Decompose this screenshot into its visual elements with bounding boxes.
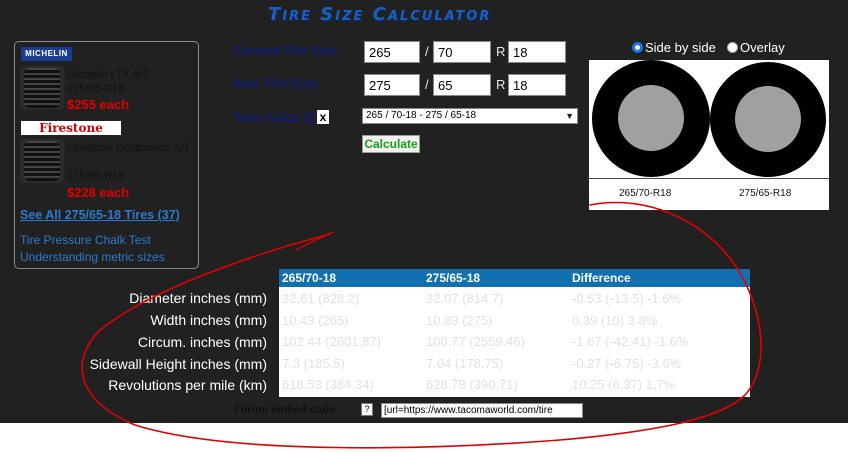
row-label-sidewall: Sidewall Height inches (mm) <box>89 356 267 372</box>
radio-unselected-icon[interactable] <box>727 42 738 53</box>
current-size-label: Current Tire Size: <box>233 43 342 58</box>
help-icon[interactable]: ? <box>361 403 373 416</box>
table-cell: 7.3 (185.5) <box>282 356 345 371</box>
results-header: 265/70-18 275/65-18 Difference <box>279 269 750 287</box>
table-cell: -0.27 (-6.75) -3.6% <box>572 356 682 371</box>
row-label-circumference: Circum. inches (mm) <box>137 334 267 350</box>
table-cell: 7.04 (178.75) <box>426 356 504 371</box>
table-cell: 10.43 (265) <box>282 313 349 328</box>
see-all-tires-link[interactable]: See All 275/65-18 Tires (37) <box>20 208 180 222</box>
current-width-input[interactable] <box>364 41 420 63</box>
preview-label-current: 265/70-R18 <box>619 188 672 199</box>
rim-new-graphic <box>735 86 801 152</box>
tire-product-image[interactable] <box>20 139 64 183</box>
side-by-side-option[interactable]: Side by side <box>632 40 716 55</box>
table-cell: -0.53 (-13.5) -1.6% <box>572 291 682 306</box>
calcs-selected-value: 265 / 70-18 - 275 / 65-18 <box>366 110 477 121</box>
your-calcs-label: Your Calcs (1): <box>233 110 324 125</box>
table-cell: 628.78 (390.71) <box>426 377 518 392</box>
calcs-select[interactable]: 265 / 70-18 - 275 / 65-18 ▼ <box>362 108 578 124</box>
row-label-revolutions: Revolutions per mile (km) <box>108 377 267 393</box>
new-rim-input[interactable] <box>508 74 566 96</box>
tire-size-text: 275/65-R18 <box>67 170 125 182</box>
preview-label-new: 275/65-R18 <box>739 188 792 199</box>
header-current: 265/70-18 <box>282 271 337 285</box>
ground-line <box>589 178 829 179</box>
rim-current-graphic <box>618 85 684 151</box>
firestone-logo: Firestone <box>21 121 121 135</box>
results-table: 265/70-18 275/65-18 Difference 32.61 (82… <box>279 269 750 397</box>
separator-slash: / <box>425 44 429 59</box>
tire-size-text: 275/65-R18 <box>67 83 125 95</box>
tire-comparison-preview: 265/70-R18 275/65-R18 <box>589 60 829 210</box>
page-bottom-area <box>0 423 848 452</box>
tire-name-link[interactable]: Michelin LTX A/S <box>67 69 197 82</box>
row-label-diameter: Diameter inches (mm) <box>129 290 267 306</box>
current-aspect-input[interactable] <box>433 41 491 63</box>
table-cell: -1.67 (-42.41) -1.6% <box>572 334 689 349</box>
tire-product-image[interactable] <box>20 66 64 110</box>
separator-slash: / <box>425 77 429 92</box>
overlay-label: Overlay <box>740 40 785 55</box>
table-cell: 100.77 (2559.46) <box>426 334 526 349</box>
tire-price: $228 each <box>67 185 130 200</box>
tire-name-link[interactable]: Firestone Destination A/T <box>67 142 197 155</box>
header-new: 275/65-18 <box>426 271 481 285</box>
radio-selected-icon[interactable] <box>632 42 643 53</box>
michelin-logo: MICHELIN <box>21 47 72 61</box>
table-cell: 32.61 (828.2) <box>282 291 360 306</box>
tire-price: $255 each <box>67 97 130 112</box>
embed-code-label: Forum embed code: <box>234 404 340 416</box>
rim-r-label: R <box>496 44 506 59</box>
row-label-width: Width inches (mm) <box>150 312 267 328</box>
overlay-option[interactable]: Overlay <box>727 40 785 55</box>
embed-code-input[interactable]: [url=https://www.tacomaworld.com/tire <box>381 403 583 418</box>
table-cell: 618.53 (384.34) <box>282 377 374 392</box>
new-aspect-input[interactable] <box>433 74 491 96</box>
header-difference: Difference <box>572 271 631 285</box>
table-cell: 10.25 (6.37) 1.7% <box>572 377 676 392</box>
table-cell: 0.39 (10) 3.8% <box>572 313 658 328</box>
calculate-button[interactable]: Calculate <box>362 135 420 153</box>
side-by-side-label: Side by side <box>645 40 716 55</box>
current-rim-input[interactable] <box>508 41 566 63</box>
chevron-down-icon: ▼ <box>565 111 574 121</box>
metric-sizes-link[interactable]: Understanding metric sizes <box>20 250 165 264</box>
tire-pressure-link[interactable]: Tire Pressure Chalk Test <box>20 233 151 247</box>
table-cell: 102.44 (2601.87) <box>282 334 382 349</box>
new-width-input[interactable] <box>364 74 420 96</box>
close-icon[interactable]: x <box>317 110 329 124</box>
new-size-label: New Tire Size: <box>233 76 321 91</box>
table-cell: 10.83 (275) <box>426 313 493 328</box>
rim-r-label: R <box>496 77 506 92</box>
page-title: Tire Size Calculator <box>268 4 492 25</box>
tire-ad-sidebar: MICHELIN Michelin LTX A/S 275/65-R18 $25… <box>14 41 199 269</box>
table-cell: 32.07 (814.7) <box>426 291 504 306</box>
